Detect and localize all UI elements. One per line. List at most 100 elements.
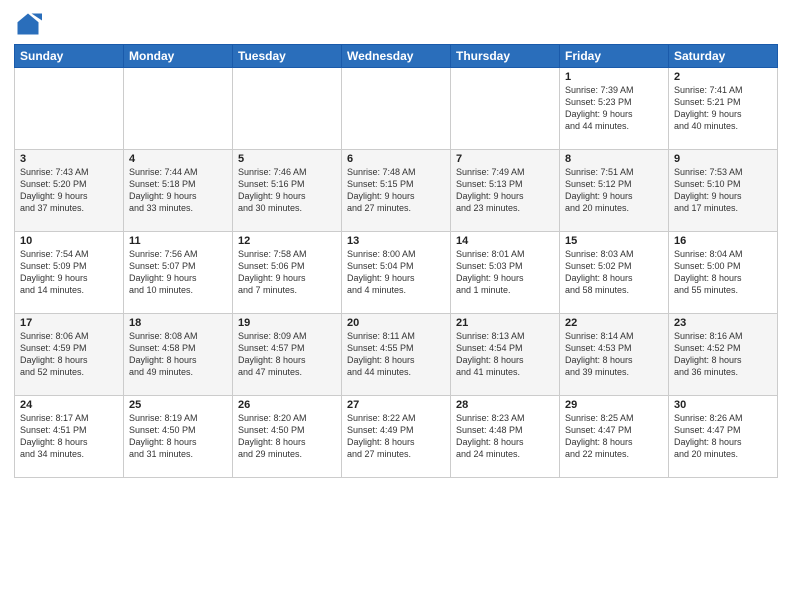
day-info: Sunrise: 7:46 AM Sunset: 5:16 PM Dayligh… — [238, 166, 336, 215]
day-number: 26 — [238, 399, 336, 411]
calendar-cell: 16Sunrise: 8:04 AM Sunset: 5:00 PM Dayli… — [669, 232, 778, 314]
day-number: 16 — [674, 235, 772, 247]
day-number: 5 — [238, 153, 336, 165]
day-info: Sunrise: 8:14 AM Sunset: 4:53 PM Dayligh… — [565, 330, 663, 379]
day-number: 24 — [20, 399, 118, 411]
day-info: Sunrise: 8:23 AM Sunset: 4:48 PM Dayligh… — [456, 412, 554, 461]
calendar-cell: 5Sunrise: 7:46 AM Sunset: 5:16 PM Daylig… — [233, 150, 342, 232]
calendar-cell: 9Sunrise: 7:53 AM Sunset: 5:10 PM Daylig… — [669, 150, 778, 232]
day-info: Sunrise: 8:25 AM Sunset: 4:47 PM Dayligh… — [565, 412, 663, 461]
day-number: 6 — [347, 153, 445, 165]
calendar-cell: 6Sunrise: 7:48 AM Sunset: 5:15 PM Daylig… — [342, 150, 451, 232]
calendar-cell: 29Sunrise: 8:25 AM Sunset: 4:47 PM Dayli… — [560, 396, 669, 478]
day-info: Sunrise: 7:49 AM Sunset: 5:13 PM Dayligh… — [456, 166, 554, 215]
calendar-cell: 17Sunrise: 8:06 AM Sunset: 4:59 PM Dayli… — [15, 314, 124, 396]
day-info: Sunrise: 8:26 AM Sunset: 4:47 PM Dayligh… — [674, 412, 772, 461]
calendar-cell: 18Sunrise: 8:08 AM Sunset: 4:58 PM Dayli… — [124, 314, 233, 396]
day-header-monday: Monday — [124, 45, 233, 68]
calendar-cell: 7Sunrise: 7:49 AM Sunset: 5:13 PM Daylig… — [451, 150, 560, 232]
day-header-tuesday: Tuesday — [233, 45, 342, 68]
day-info: Sunrise: 8:20 AM Sunset: 4:50 PM Dayligh… — [238, 412, 336, 461]
day-header-saturday: Saturday — [669, 45, 778, 68]
calendar-week-row: 10Sunrise: 7:54 AM Sunset: 5:09 PM Dayli… — [15, 232, 778, 314]
day-number: 28 — [456, 399, 554, 411]
day-header-thursday: Thursday — [451, 45, 560, 68]
day-number: 23 — [674, 317, 772, 329]
day-info: Sunrise: 7:39 AM Sunset: 5:23 PM Dayligh… — [565, 84, 663, 133]
day-number: 30 — [674, 399, 772, 411]
calendar-cell: 22Sunrise: 8:14 AM Sunset: 4:53 PM Dayli… — [560, 314, 669, 396]
logo — [14, 10, 46, 38]
day-number: 25 — [129, 399, 227, 411]
calendar-cell: 26Sunrise: 8:20 AM Sunset: 4:50 PM Dayli… — [233, 396, 342, 478]
calendar-week-row: 24Sunrise: 8:17 AM Sunset: 4:51 PM Dayli… — [15, 396, 778, 478]
calendar-cell: 12Sunrise: 7:58 AM Sunset: 5:06 PM Dayli… — [233, 232, 342, 314]
day-info: Sunrise: 8:22 AM Sunset: 4:49 PM Dayligh… — [347, 412, 445, 461]
day-number: 15 — [565, 235, 663, 247]
day-header-sunday: Sunday — [15, 45, 124, 68]
day-info: Sunrise: 7:54 AM Sunset: 5:09 PM Dayligh… — [20, 248, 118, 297]
logo-icon — [14, 10, 42, 38]
calendar-week-row: 1Sunrise: 7:39 AM Sunset: 5:23 PM Daylig… — [15, 68, 778, 150]
calendar-cell: 14Sunrise: 8:01 AM Sunset: 5:03 PM Dayli… — [451, 232, 560, 314]
day-info: Sunrise: 7:53 AM Sunset: 5:10 PM Dayligh… — [674, 166, 772, 215]
day-number: 1 — [565, 71, 663, 83]
day-number: 12 — [238, 235, 336, 247]
day-info: Sunrise: 7:58 AM Sunset: 5:06 PM Dayligh… — [238, 248, 336, 297]
calendar-cell: 3Sunrise: 7:43 AM Sunset: 5:20 PM Daylig… — [15, 150, 124, 232]
calendar-cell: 2Sunrise: 7:41 AM Sunset: 5:21 PM Daylig… — [669, 68, 778, 150]
day-number: 22 — [565, 317, 663, 329]
calendar-cell: 13Sunrise: 8:00 AM Sunset: 5:04 PM Dayli… — [342, 232, 451, 314]
day-number: 7 — [456, 153, 554, 165]
calendar-cell: 23Sunrise: 8:16 AM Sunset: 4:52 PM Dayli… — [669, 314, 778, 396]
calendar-cell — [233, 68, 342, 150]
day-info: Sunrise: 8:03 AM Sunset: 5:02 PM Dayligh… — [565, 248, 663, 297]
day-info: Sunrise: 8:09 AM Sunset: 4:57 PM Dayligh… — [238, 330, 336, 379]
day-info: Sunrise: 8:04 AM Sunset: 5:00 PM Dayligh… — [674, 248, 772, 297]
calendar-cell: 24Sunrise: 8:17 AM Sunset: 4:51 PM Dayli… — [15, 396, 124, 478]
calendar-container: SundayMondayTuesdayWednesdayThursdayFrid… — [0, 0, 792, 612]
day-number: 17 — [20, 317, 118, 329]
day-number: 27 — [347, 399, 445, 411]
day-info: Sunrise: 8:19 AM Sunset: 4:50 PM Dayligh… — [129, 412, 227, 461]
day-number: 29 — [565, 399, 663, 411]
calendar-cell — [124, 68, 233, 150]
day-info: Sunrise: 7:44 AM Sunset: 5:18 PM Dayligh… — [129, 166, 227, 215]
calendar-cell: 1Sunrise: 7:39 AM Sunset: 5:23 PM Daylig… — [560, 68, 669, 150]
day-info: Sunrise: 8:17 AM Sunset: 4:51 PM Dayligh… — [20, 412, 118, 461]
day-info: Sunrise: 7:48 AM Sunset: 5:15 PM Dayligh… — [347, 166, 445, 215]
calendar-cell: 4Sunrise: 7:44 AM Sunset: 5:18 PM Daylig… — [124, 150, 233, 232]
calendar-cell: 20Sunrise: 8:11 AM Sunset: 4:55 PM Dayli… — [342, 314, 451, 396]
calendar-cell: 15Sunrise: 8:03 AM Sunset: 5:02 PM Dayli… — [560, 232, 669, 314]
calendar-header-row: SundayMondayTuesdayWednesdayThursdayFrid… — [15, 45, 778, 68]
day-info: Sunrise: 8:16 AM Sunset: 4:52 PM Dayligh… — [674, 330, 772, 379]
calendar-cell — [451, 68, 560, 150]
day-number: 2 — [674, 71, 772, 83]
day-info: Sunrise: 8:01 AM Sunset: 5:03 PM Dayligh… — [456, 248, 554, 297]
calendar-cell: 28Sunrise: 8:23 AM Sunset: 4:48 PM Dayli… — [451, 396, 560, 478]
day-number: 11 — [129, 235, 227, 247]
calendar-cell — [342, 68, 451, 150]
day-info: Sunrise: 7:41 AM Sunset: 5:21 PM Dayligh… — [674, 84, 772, 133]
day-number: 9 — [674, 153, 772, 165]
day-number: 8 — [565, 153, 663, 165]
calendar-cell: 27Sunrise: 8:22 AM Sunset: 4:49 PM Dayli… — [342, 396, 451, 478]
day-info: Sunrise: 7:43 AM Sunset: 5:20 PM Dayligh… — [20, 166, 118, 215]
calendar-cell: 19Sunrise: 8:09 AM Sunset: 4:57 PM Dayli… — [233, 314, 342, 396]
calendar-week-row: 17Sunrise: 8:06 AM Sunset: 4:59 PM Dayli… — [15, 314, 778, 396]
day-number: 20 — [347, 317, 445, 329]
day-info: Sunrise: 8:06 AM Sunset: 4:59 PM Dayligh… — [20, 330, 118, 379]
calendar-cell: 21Sunrise: 8:13 AM Sunset: 4:54 PM Dayli… — [451, 314, 560, 396]
day-number: 13 — [347, 235, 445, 247]
day-number: 3 — [20, 153, 118, 165]
day-info: Sunrise: 7:56 AM Sunset: 5:07 PM Dayligh… — [129, 248, 227, 297]
header — [14, 10, 778, 38]
calendar-cell: 10Sunrise: 7:54 AM Sunset: 5:09 PM Dayli… — [15, 232, 124, 314]
calendar-cell: 30Sunrise: 8:26 AM Sunset: 4:47 PM Dayli… — [669, 396, 778, 478]
day-number: 14 — [456, 235, 554, 247]
calendar-cell: 11Sunrise: 7:56 AM Sunset: 5:07 PM Dayli… — [124, 232, 233, 314]
day-info: Sunrise: 7:51 AM Sunset: 5:12 PM Dayligh… — [565, 166, 663, 215]
day-number: 4 — [129, 153, 227, 165]
calendar-table: SundayMondayTuesdayWednesdayThursdayFrid… — [14, 44, 778, 478]
day-info: Sunrise: 8:11 AM Sunset: 4:55 PM Dayligh… — [347, 330, 445, 379]
